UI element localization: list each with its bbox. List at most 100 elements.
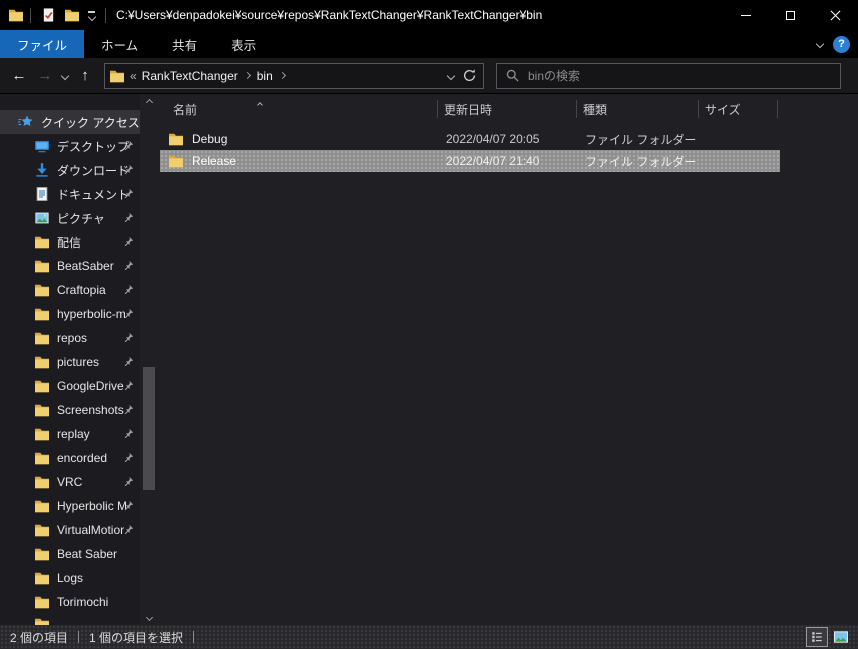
sidebar-item[interactable]: hyperbolic-m: [0, 302, 140, 326]
pin-icon: [123, 404, 134, 415]
sidebar-item-label: ダウンロード: [57, 163, 130, 178]
sidebar-item[interactable]: Hyperbolic M: [0, 494, 140, 518]
recent-locations-dropdown[interactable]: [58, 63, 72, 89]
sidebar-item[interactable]: デスクトップ: [0, 134, 140, 158]
chevron-up-icon: [145, 98, 153, 106]
sidebar-item[interactable]: Screenshots: [0, 398, 140, 422]
column-header-row: 名前 更新日時 種類 サイズ: [158, 94, 858, 124]
ribbon-expand-button[interactable]: [815, 39, 825, 49]
sidebar-item[interactable]: VRC: [0, 470, 140, 494]
ribbon-tab-0[interactable]: ファイル: [0, 30, 85, 58]
qat-customize-dropdown[interactable]: [84, 9, 99, 22]
sidebar-item[interactable]: BeatSaber: [0, 254, 140, 278]
sidebar-item[interactable]: 配信: [0, 230, 140, 254]
file-modified: 2022/04/07 20:05: [446, 132, 540, 146]
chevron-down-icon: [87, 12, 96, 21]
details-view-button[interactable]: [806, 627, 828, 647]
sidebar-item-label: pictures: [57, 355, 100, 369]
breadcrumb-separator-icon[interactable]: [278, 71, 286, 80]
folder-icon: [34, 306, 50, 322]
sidebar-item[interactable]: ピクチャ: [0, 206, 140, 230]
sidebar-item[interactable]: replay: [0, 422, 140, 446]
qat-properties-button[interactable]: [37, 5, 60, 25]
pin-icon: [123, 452, 134, 463]
sidebar-item[interactable]: encorded: [0, 446, 140, 470]
address-bar[interactable]: « RankTextChanger bin: [104, 62, 484, 89]
close-button[interactable]: [813, 0, 858, 30]
picture-icon: [34, 210, 50, 226]
breadcrumb-overflow[interactable]: «: [130, 69, 137, 83]
pin-icon: [123, 356, 134, 367]
column-header-0[interactable]: 名前: [158, 94, 438, 124]
sidebar-item-label: 配信: [57, 235, 82, 250]
minimize-button[interactable]: [723, 0, 768, 30]
sidebar-item-label: ピクチャ: [57, 211, 105, 226]
file-row[interactable]: Debug 2022/04/07 20:05 ファイル フォルダー: [160, 128, 780, 150]
up-button[interactable]: ↑: [72, 63, 98, 89]
sidebar-item[interactable]: Logs: [0, 566, 140, 590]
quick-access-label: クイック アクセス: [41, 115, 140, 130]
maximize-icon: [786, 10, 795, 20]
breadcrumb-item[interactable]: bin: [255, 69, 275, 83]
sidebar-item[interactable]: VirtualMotior: [0, 518, 140, 542]
folder-icon: [34, 234, 50, 250]
sidebar-item[interactable]: pictures: [0, 350, 140, 374]
column-header-label: 名前: [173, 102, 198, 117]
pin-icon: [123, 308, 134, 319]
back-button[interactable]: ←: [6, 63, 32, 89]
ribbon-tab-2[interactable]: 共有: [155, 30, 214, 58]
new-folder-icon: [64, 7, 80, 23]
download-icon: [34, 162, 50, 178]
breadcrumb-separator-icon[interactable]: [243, 71, 251, 80]
sidebar-item[interactable]: ダウンロード: [0, 158, 140, 182]
pin-icon: [123, 500, 134, 511]
large-icons-view-button[interactable]: [830, 627, 852, 647]
pin-icon: [123, 236, 134, 247]
titlebar-separator: [105, 7, 106, 23]
sidebar-item[interactable]: Beat Saber: [0, 542, 140, 566]
address-dropdown-button[interactable]: [446, 71, 456, 80]
pin-icon: [123, 380, 134, 391]
scroll-down-button[interactable]: [140, 609, 158, 625]
sidebar-scrollbar[interactable]: [140, 94, 158, 625]
maximize-button[interactable]: [768, 0, 813, 30]
breadcrumb-item[interactable]: RankTextChanger: [140, 69, 240, 83]
sidebar-item[interactable]: Torimochi: [0, 590, 140, 614]
column-header-2[interactable]: 種類: [577, 94, 699, 124]
pin-icon: [123, 212, 134, 223]
ribbon-tab-3[interactable]: 表示: [214, 30, 273, 58]
pin-icon: [123, 188, 134, 199]
refresh-button[interactable]: [462, 68, 477, 83]
sidebar-item-label: ドキュメント: [57, 187, 130, 202]
sidebar-item-label: encorded: [57, 451, 108, 465]
file-type: ファイル フォルダー: [585, 154, 697, 169]
sidebar-item[interactable]: GoogleDrive: [0, 374, 140, 398]
close-icon: [830, 10, 841, 21]
sidebar-item-label: Torimochi: [57, 595, 109, 609]
refresh-icon: [462, 68, 477, 83]
folder-icon: [168, 153, 184, 169]
scrollbar-thumb[interactable]: [143, 367, 155, 490]
sidebar-item[interactable]: ドキュメント: [0, 182, 140, 206]
folder-icon: [34, 570, 50, 586]
column-header-label: 種類: [583, 102, 608, 117]
status-divider: [78, 631, 80, 643]
explorer-app-folder-icon: [8, 7, 24, 23]
properties-check-icon: [41, 7, 56, 23]
forward-button[interactable]: →: [32, 63, 58, 89]
sidebar-item-label: Hyperbolic M: [57, 499, 128, 513]
qat-new-folder-button[interactable]: [60, 5, 84, 25]
scroll-up-button[interactable]: [140, 94, 158, 110]
sidebar-item[interactable]: Craftopia: [0, 278, 140, 302]
sidebar-item[interactable]: repos: [0, 326, 140, 350]
search-input[interactable]: [528, 68, 832, 83]
navigation-bar: ← → ↑ « RankTextChanger bin: [0, 58, 858, 94]
sort-ascending-icon: [257, 96, 263, 110]
column-header-3[interactable]: サイズ: [699, 94, 778, 124]
help-button[interactable]: ?: [833, 35, 850, 53]
sidebar-quick-access[interactable]: クイック アクセス: [0, 110, 140, 134]
file-row[interactable]: Release 2022/04/07 21:40 ファイル フォルダー: [160, 150, 780, 172]
column-header-1[interactable]: 更新日時: [438, 94, 577, 124]
chevron-down-icon: [815, 39, 825, 49]
ribbon-tab-1[interactable]: ホーム: [84, 30, 155, 58]
